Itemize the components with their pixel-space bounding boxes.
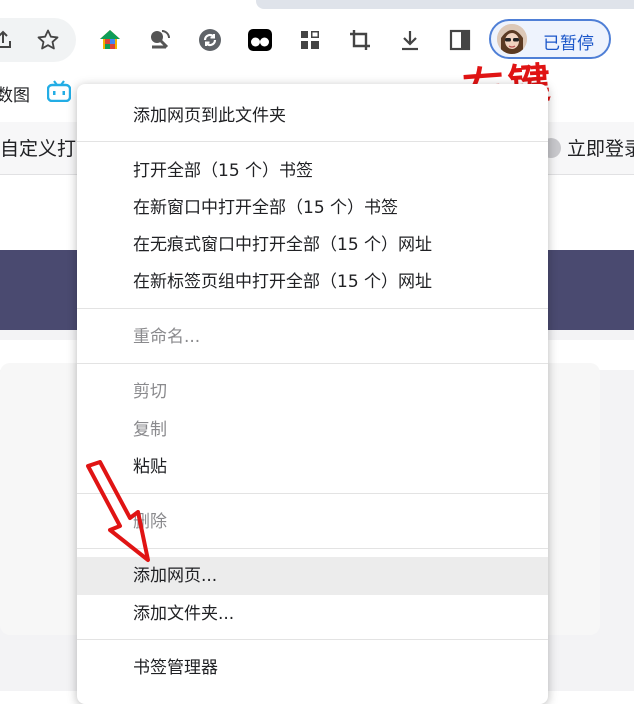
menu-cut: 剪切 xyxy=(133,382,167,402)
menu-separator xyxy=(77,308,548,309)
menu-open-all-tab-group[interactable]: 在新标签页组中打开全部（15 个）网址 xyxy=(77,263,548,301)
login-label: 立即登录 xyxy=(567,138,634,160)
menu-copy: 复制 xyxy=(133,420,167,440)
tab-strip-edge xyxy=(256,0,634,9)
menu-separator xyxy=(77,141,548,142)
tampermonkey-icon[interactable] xyxy=(243,23,277,57)
satellite-icon[interactable] xyxy=(143,23,177,57)
star-icon[interactable] xyxy=(31,23,65,57)
bookmark-context-menu: 添加网页到此文件夹 打开全部（15 个）书签 在新窗口中打开全部（15 个）书签… xyxy=(77,84,548,704)
menu-bookmark-manager[interactable]: 书签管理器 xyxy=(77,649,548,687)
menu-open-all-new-window[interactable]: 在新窗口中打开全部（15 个）书签 xyxy=(77,189,548,227)
menu-open-all[interactable]: 打开全部（15 个）书签 xyxy=(77,152,548,190)
custom-nav-label[interactable]: 自定义打 xyxy=(0,134,76,161)
menu-add-folder[interactable]: 添加文件夹... xyxy=(77,595,548,633)
menu-rename: 重命名... xyxy=(133,327,201,347)
menu-separator xyxy=(77,639,548,640)
share-icon[interactable] xyxy=(0,23,20,57)
download-icon[interactable] xyxy=(393,23,427,57)
menu-open-all-incognito[interactable]: 在无痕式窗口中打开全部（15 个）网址 xyxy=(77,226,548,264)
menu-separator xyxy=(77,363,548,364)
home-icon[interactable] xyxy=(93,23,127,57)
menu-add-page-to-folder[interactable]: 添加网页到此文件夹 xyxy=(77,97,548,135)
side-panel-icon[interactable] xyxy=(443,23,477,57)
bilibili-icon[interactable] xyxy=(46,80,72,106)
bookmark-fragment-left[interactable]: 数图 xyxy=(0,81,30,106)
extensions-grid-icon[interactable] xyxy=(293,23,327,57)
sync-icon[interactable] xyxy=(193,23,227,57)
pointer-arrow-icon xyxy=(86,460,150,562)
crop-icon[interactable] xyxy=(343,23,377,57)
avatar xyxy=(497,24,527,54)
login-link[interactable]: 立即登录 xyxy=(541,134,634,161)
